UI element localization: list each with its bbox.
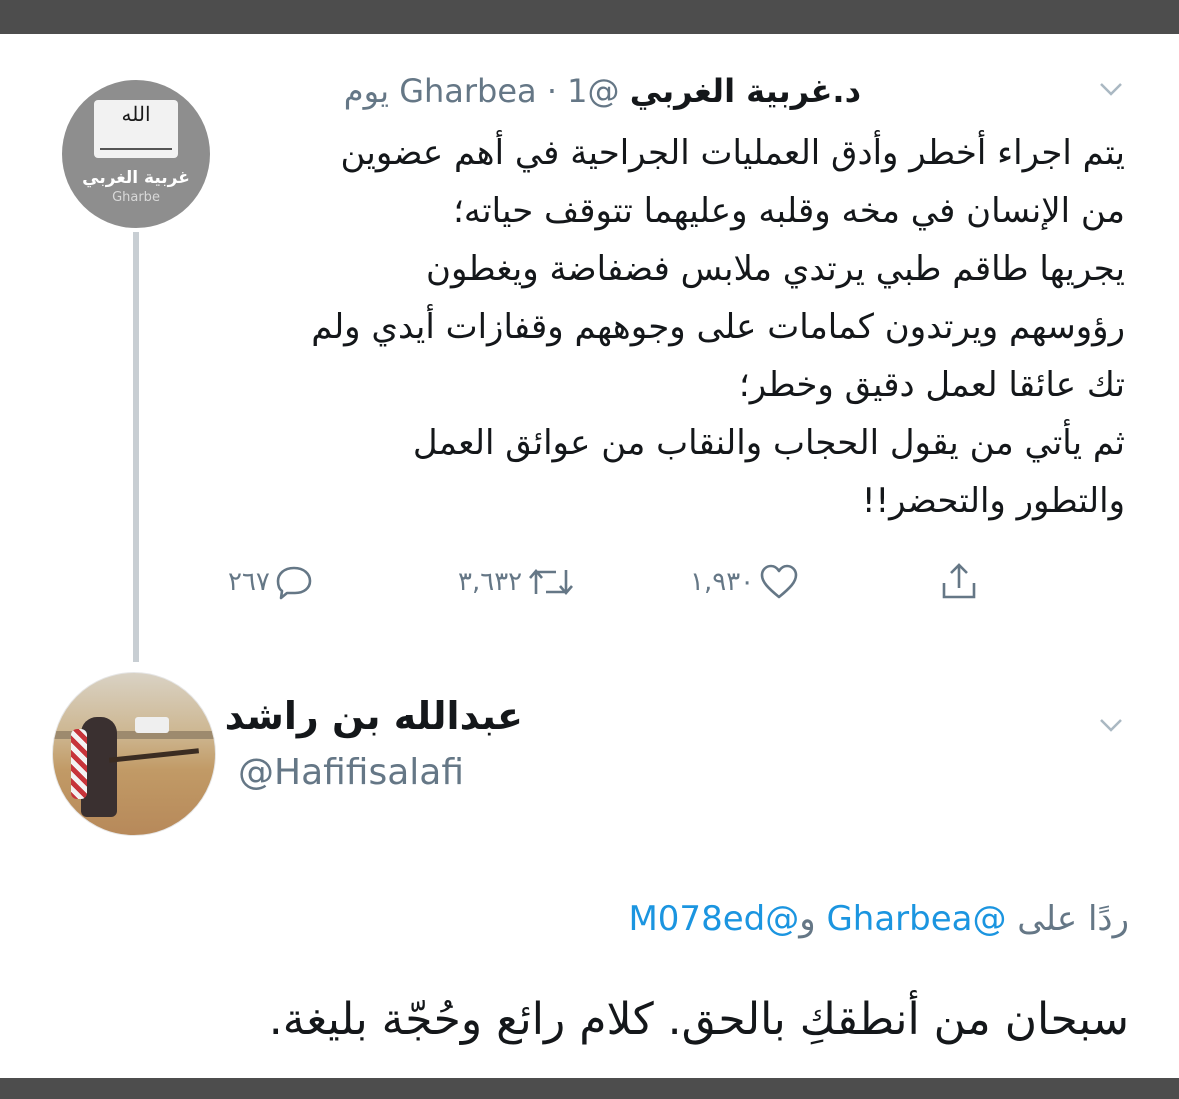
top-frame-bar: [0, 0, 1179, 34]
reply-icon: [276, 566, 312, 600]
share-icon: [942, 563, 976, 599]
avatar-logo-text: الله: [121, 102, 151, 126]
retweet-count: ٣,٦٣٢: [458, 567, 523, 597]
tweet-text-line: رؤوسهم ويرتدون كمامات على وجوههم وقفازات…: [311, 307, 1125, 347]
header-separator: ·: [546, 72, 557, 110]
avatar-logo: الله: [94, 100, 178, 158]
retweet-button[interactable]: ٣,٦٣٢: [458, 560, 576, 604]
chevron-down-icon[interactable]: [1098, 80, 1124, 98]
reply-count: ٢٦٧: [228, 567, 270, 597]
tweet-text-line: يجريها طاقم طبي يرتدي ملابس فضفاضة ويغطو…: [425, 249, 1125, 289]
thread-connector-line: [133, 232, 139, 662]
display-name[interactable]: د.غربية الغربي: [630, 72, 861, 110]
replying-to-conjunction: و: [799, 899, 816, 939]
tweet-text-line: يتم اجراء أخطر وأدق العمليات الجراحية في…: [340, 133, 1125, 173]
tweet-text-line: والتطور والتحضر!!: [861, 481, 1125, 521]
tweet-header: د.غربية الغربي @Gharbea · 1 يوم: [344, 68, 861, 114]
replying-to-label: ردًا على: [1017, 899, 1129, 939]
avatar-photo-rifle: [108, 748, 200, 763]
avatar-name-text: غربية الغربي: [82, 168, 190, 188]
bottom-frame-bar: [0, 1078, 1179, 1099]
share-button[interactable]: [938, 560, 980, 604]
tweet-text: يتم اجراء أخطر وأدق العمليات الجراحية في…: [225, 124, 1125, 530]
avatar-photo-scarf: [71, 729, 87, 799]
replying-to-line: ردًا على @Gharbea و@M078ed: [628, 894, 1129, 944]
like-button[interactable]: ١,٩٣٠: [690, 560, 800, 604]
reply-tweet-text: سبحان من أنطقكِ بالحق. كلام رائع وحُجّة …: [268, 994, 1129, 1045]
avatar-logo-calligraphy: [100, 136, 172, 150]
mention-link[interactable]: @Gharbea: [826, 899, 1006, 939]
tweet-text-line: ثم يأتي من يقول الحجاب والنقاب من عوائق …: [412, 423, 1125, 463]
avatar-handle-text: Gharbe: [112, 190, 160, 205]
avatar-photo-vehicle: [135, 717, 169, 733]
reply-display-name[interactable]: عبدالله بن راشد: [225, 690, 523, 742]
retweet-icon: [529, 569, 574, 595]
chevron-down-icon[interactable]: [1098, 716, 1124, 734]
mention-link[interactable]: @M078ed: [628, 899, 799, 939]
avatar[interactable]: الله غربية الغربي Gharbe: [62, 80, 210, 228]
reply-button[interactable]: ٢٦٧: [228, 560, 314, 604]
tweet-text-line: من الإنسان في مخه وقلبه وعليهما تتوقف حي…: [453, 191, 1125, 231]
like-icon: [760, 564, 798, 599]
tweet-text-line: تك عائقا لعمل دقيق وخطر؛: [738, 365, 1125, 405]
reply-avatar[interactable]: [52, 672, 216, 836]
reply-user-handle[interactable]: @Hafifisalafi: [238, 748, 464, 798]
like-count: ١,٩٣٠: [690, 567, 755, 597]
